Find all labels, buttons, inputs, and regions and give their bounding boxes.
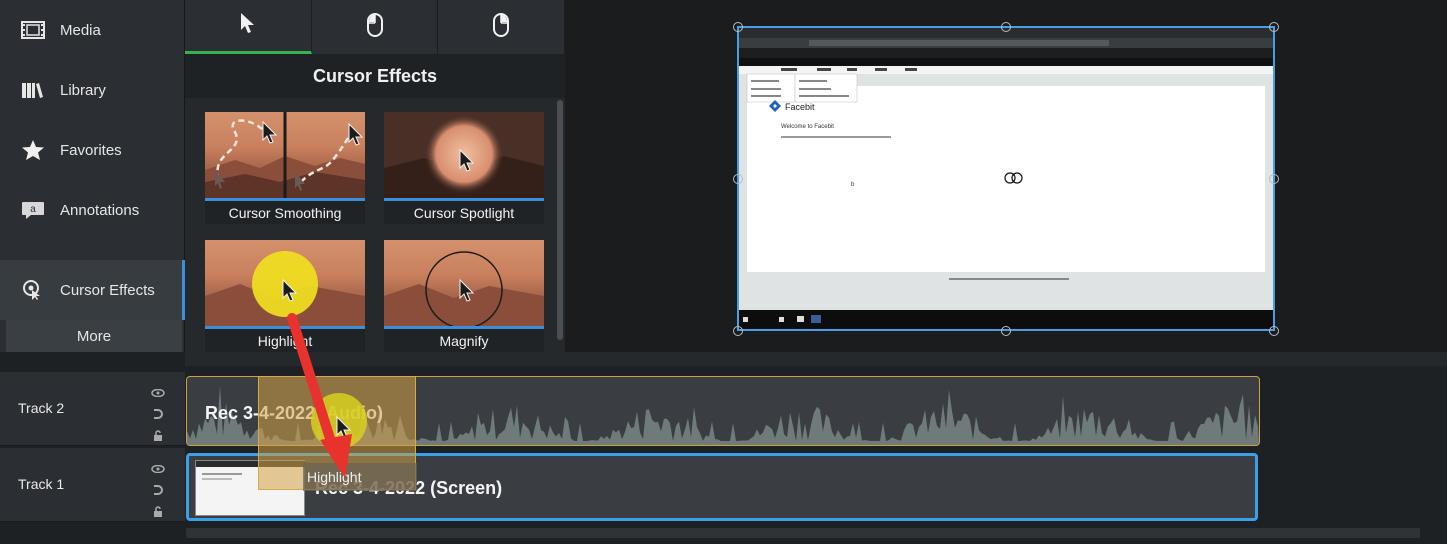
resize-handle[interactable] <box>733 326 743 336</box>
svg-text:a: a <box>30 204 36 215</box>
track-header-1[interactable]: Track 1 <box>0 448 185 522</box>
tile-thumbnail <box>384 112 544 198</box>
resize-handle[interactable] <box>733 174 743 184</box>
effects-tabs <box>185 0 566 54</box>
tile-label: Magnify <box>384 326 544 352</box>
effect-tile-cursor-smoothing[interactable]: Cursor Smoothing <box>205 112 365 224</box>
mouse-right-click-icon <box>492 12 510 43</box>
track-header-2[interactable]: Track 2 <box>0 372 185 446</box>
magnet-icon[interactable] <box>152 482 164 500</box>
effect-tile-cursor-spotlight[interactable]: Cursor Spotlight <box>384 112 544 224</box>
ghost-label: Highlight <box>307 469 362 485</box>
cursor-arrow-icon <box>239 11 257 40</box>
tile-label: Cursor Spotlight <box>384 198 544 224</box>
track-name: Track 2 <box>18 400 65 416</box>
tool-sidebar: Media Library Favorites a Annotations Cu… <box>0 0 185 352</box>
effects-grid: Cursor Smoothing Cursor Spotlight Highli… <box>185 98 557 352</box>
panel-scrollbar[interactable] <box>557 100 563 340</box>
tile-thumbnail <box>205 240 365 326</box>
sidebar-item-media[interactable]: Media <box>0 0 185 60</box>
browser-page-heading: Welcome to Facebit <box>781 124 834 130</box>
track-controls <box>150 460 166 522</box>
eye-icon[interactable] <box>151 460 165 478</box>
resize-handle[interactable] <box>1269 22 1279 32</box>
lock-icon[interactable] <box>153 504 163 522</box>
books-icon <box>18 79 48 101</box>
more-button[interactable]: More <box>6 320 182 352</box>
effect-tile-magnify[interactable]: Magnify <box>384 240 544 352</box>
resize-handle[interactable] <box>1001 22 1011 32</box>
track-name: Track 1 <box>18 476 65 492</box>
eye-icon[interactable] <box>151 384 165 402</box>
resize-handle[interactable] <box>1269 174 1279 184</box>
tile-thumbnail <box>205 112 365 198</box>
magnet-icon[interactable] <box>152 406 164 424</box>
resize-handle[interactable] <box>733 22 743 32</box>
track-controls <box>150 384 166 446</box>
sidebar-item-favorites[interactable]: Favorites <box>0 120 185 180</box>
preview-canvas-area: Facebit Welcome to Facebit b <box>565 0 1447 352</box>
panel-title: Cursor Effects <box>185 54 565 98</box>
sidebar-item-label: Library <box>60 81 106 99</box>
effects-panel: Cursor Effects Cursor Smoothing Cursor S… <box>185 0 566 352</box>
dragged-effect-ghost: Highlight <box>258 376 417 491</box>
tab-right-click[interactable] <box>438 0 566 54</box>
sidebar-item-annotations[interactable]: a Annotations <box>0 180 185 240</box>
tile-label: Cursor Smoothing <box>205 198 365 224</box>
sidebar-item-cursor-effects[interactable]: Cursor Effects <box>0 260 185 320</box>
sidebar-item-label: Annotations <box>60 201 140 219</box>
resize-handle[interactable] <box>1001 326 1011 336</box>
sidebar-item-label: Cursor Effects <box>60 281 155 299</box>
browser-logo-text: Facebit <box>785 102 815 112</box>
sidebar-item-label: Favorites <box>60 141 122 159</box>
lock-icon[interactable] <box>153 428 163 446</box>
annotation-icon: a <box>18 199 48 221</box>
timeline: Track 2 Track 1 Rec 3-4-2022 (Audio) <box>0 352 1447 544</box>
tile-thumbnail <box>384 240 544 326</box>
mouse-left-click-icon <box>366 12 384 43</box>
resize-handle[interactable] <box>1269 326 1279 336</box>
camtasia-editor: Media Library Favorites a Annotations Cu… <box>0 0 1447 544</box>
sidebar-item-library[interactable]: Library <box>0 60 185 120</box>
tab-left-click[interactable] <box>312 0 439 54</box>
timeline-scrollbar[interactable] <box>186 528 1420 538</box>
effect-tile-highlight[interactable]: Highlight <box>205 240 365 352</box>
tile-label: Highlight <box>205 326 365 352</box>
timeline-ruler[interactable] <box>185 352 1447 366</box>
recording-preview[interactable]: Facebit Welcome to Facebit b <box>737 26 1275 331</box>
star-icon <box>18 139 48 161</box>
cursor-effects-icon <box>18 279 48 301</box>
tab-cursor[interactable] <box>185 0 312 54</box>
sidebar-item-label: Media <box>60 21 101 39</box>
film-strip-icon <box>18 19 48 41</box>
